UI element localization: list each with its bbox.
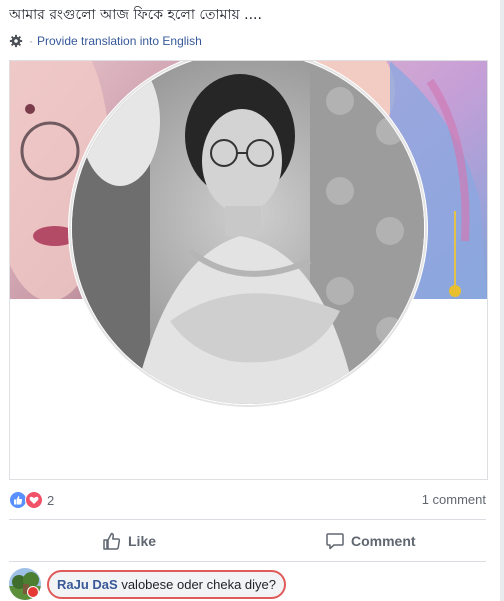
post-text: আমার রংগুলো আজ ফিকে হলো তোমায় .... [9,7,262,23]
profile-frame-image [10,61,487,479]
comment-button[interactable]: Comment [325,528,416,554]
reaction-count: 2 [47,492,55,508]
speech-bubble-icon [326,533,344,550]
comment-author[interactable]: RaJu DaS [57,577,118,592]
comment-bubble: RaJu DaS valobese oder cheka diye? [47,569,286,599]
divider [9,561,486,562]
divider [9,519,486,520]
translate-link-label: Provide translation into English [37,34,202,48]
comment-item: RaJu DaS valobese oder cheka diye? [9,568,286,600]
post-photo[interactable] [9,60,488,480]
like-button-label: Like [128,533,157,549]
separator-dot: · [29,34,33,48]
comment-button-label: Comment [351,533,416,549]
comment-text: valobese oder cheka diye? [121,576,276,592]
comment-count-link[interactable]: 1 comment [422,492,486,507]
reactions-summary[interactable]: 2 [9,490,54,510]
gear-icon [9,34,23,48]
like-button[interactable]: Like [102,528,156,554]
thumbs-up-icon [103,532,121,550]
scroll-edge [500,0,504,601]
translate-link[interactable]: · Provide translation into English [9,32,202,50]
notification-badge [27,586,39,598]
love-reaction-icon [25,491,43,509]
